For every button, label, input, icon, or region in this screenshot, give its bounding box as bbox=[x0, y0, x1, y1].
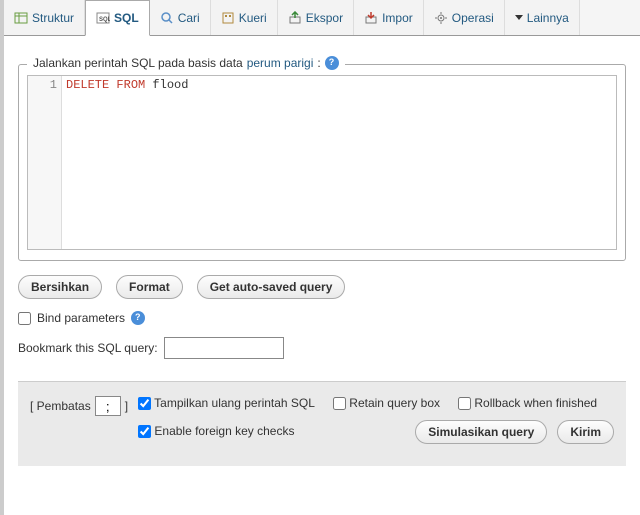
tab-label: Operasi bbox=[452, 11, 494, 25]
enable-fk-checkbox[interactable] bbox=[138, 425, 151, 438]
tab-lainnya[interactable]: Lainnya bbox=[505, 0, 580, 35]
gear-icon bbox=[434, 11, 448, 25]
tab-label: Cari bbox=[178, 11, 200, 25]
legend-suffix: : bbox=[317, 56, 320, 70]
line-number: 1 bbox=[28, 78, 57, 92]
get-autosaved-button[interactable]: Get auto-saved query bbox=[197, 275, 346, 299]
database-name-link[interactable]: perum parigi bbox=[247, 56, 314, 70]
tab-operasi[interactable]: Operasi bbox=[424, 0, 505, 35]
chevron-down-icon bbox=[515, 15, 523, 20]
bookmark-input[interactable] bbox=[164, 337, 284, 359]
sql-fieldset: Jalankan perintah SQL pada basis data pe… bbox=[18, 64, 626, 261]
bind-params-label: Bind parameters bbox=[37, 311, 125, 325]
retain-query-label: Retain query box bbox=[349, 396, 440, 410]
tab-sql[interactable]: SQL SQL bbox=[85, 0, 150, 36]
tab-label: Struktur bbox=[32, 11, 74, 25]
tab-label: SQL bbox=[114, 11, 139, 25]
tab-label: Kueri bbox=[239, 11, 267, 25]
sql-icon: SQL bbox=[96, 11, 110, 25]
delimiter-label-left: [ Pembatas bbox=[30, 399, 91, 413]
sql-keyword: DELETE bbox=[66, 78, 109, 92]
delimiter-label-right: ] bbox=[125, 399, 128, 413]
editor-code[interactable]: DELETE FROM flood bbox=[62, 76, 616, 249]
tab-kueri[interactable]: Kueri bbox=[211, 0, 278, 35]
tab-cari[interactable]: Cari bbox=[150, 0, 211, 35]
help-icon[interactable] bbox=[131, 311, 145, 325]
import-icon bbox=[364, 11, 378, 25]
simulate-query-button[interactable]: Simulasikan query bbox=[415, 420, 547, 444]
submit-button[interactable]: Kirim bbox=[557, 420, 614, 444]
legend-prefix: Jalankan perintah SQL pada basis data bbox=[33, 56, 243, 70]
sql-text: flood bbox=[145, 78, 188, 92]
clear-button[interactable]: Bersihkan bbox=[18, 275, 102, 299]
rollback-checkbox[interactable] bbox=[458, 397, 471, 410]
sql-editor[interactable]: 1 DELETE FROM flood bbox=[27, 75, 617, 250]
bind-params-checkbox[interactable] bbox=[18, 312, 31, 325]
query-icon bbox=[221, 11, 235, 25]
editor-gutter: 1 bbox=[28, 76, 62, 249]
svg-text:SQL: SQL bbox=[99, 17, 110, 23]
tab-label: Lainnya bbox=[527, 11, 569, 25]
redisplay-sql-label: Tampilkan ulang perintah SQL bbox=[154, 396, 315, 410]
help-icon[interactable] bbox=[325, 56, 339, 70]
retain-query-checkbox[interactable] bbox=[333, 397, 346, 410]
redisplay-sql-checkbox[interactable] bbox=[138, 397, 151, 410]
sql-keyword: FROM bbox=[116, 78, 145, 92]
bookmark-label: Bookmark this SQL query: bbox=[18, 341, 158, 355]
tab-struktur[interactable]: Struktur bbox=[4, 0, 85, 35]
enable-fk-label: Enable foreign key checks bbox=[154, 424, 294, 438]
search-icon bbox=[160, 11, 174, 25]
fieldset-legend: Jalankan perintah SQL pada basis data pe… bbox=[27, 55, 345, 71]
rollback-label: Rollback when finished bbox=[474, 396, 597, 410]
tab-impor[interactable]: Impor bbox=[354, 0, 424, 35]
export-icon bbox=[288, 11, 302, 25]
format-button[interactable]: Format bbox=[116, 275, 183, 299]
table-icon bbox=[14, 11, 28, 25]
delimiter-input[interactable] bbox=[95, 396, 121, 416]
tab-label: Ekspor bbox=[306, 11, 343, 25]
tab-ekspor[interactable]: Ekspor bbox=[278, 0, 354, 35]
footer-panel: [ Pembatas ] Tampilkan ulang perintah SQ… bbox=[18, 381, 626, 466]
tab-bar: Struktur SQL SQL Cari Kueri Ekspor Impor… bbox=[4, 0, 640, 36]
tab-label: Impor bbox=[382, 11, 413, 25]
